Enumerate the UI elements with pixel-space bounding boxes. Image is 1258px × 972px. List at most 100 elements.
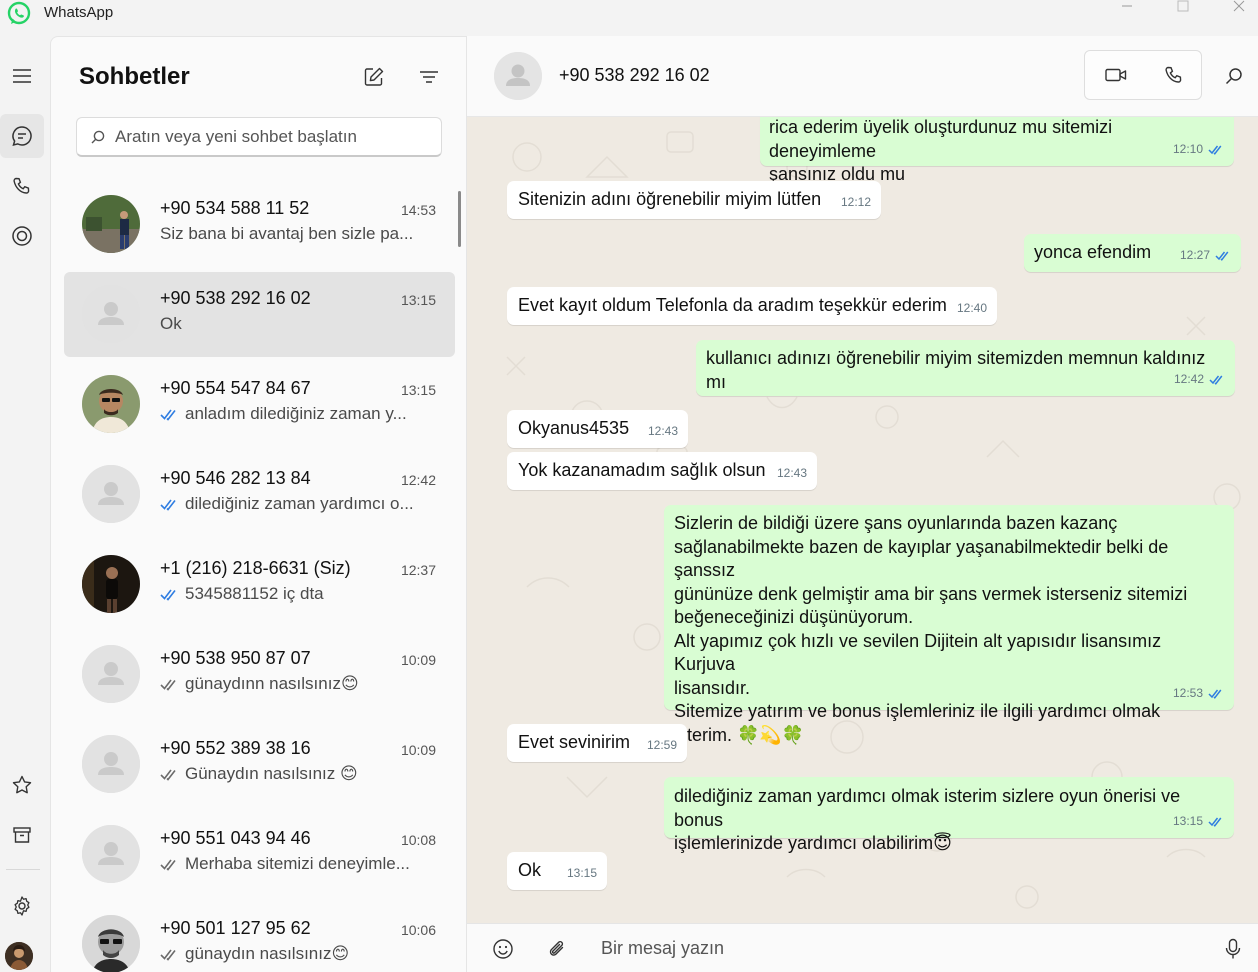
contact-name[interactable]: +90 538 292 16 02: [559, 65, 710, 86]
outgoing-message[interactable]: Sizlerin de bildiği üzere şans oyunların…: [664, 505, 1234, 745]
chat-preview-text: günaydın nasılsınız😊: [185, 944, 350, 963]
incoming-message[interactable]: Evet kayıt oldum Telefonla da aradım teş…: [507, 287, 997, 325]
conversation-header: +90 538 292 16 02: [467, 36, 1258, 117]
emoji-button[interactable]: [491, 937, 515, 961]
chat-name: +90 546 282 13 84: [160, 468, 311, 488]
chat-list-item[interactable]: +90 538 950 87 07 10:09 günaydınn nasılsın…: [64, 632, 455, 717]
message-meta: 12:40: [957, 297, 987, 321]
new-chat-button[interactable]: [362, 65, 386, 89]
compose-icon: [364, 67, 384, 86]
chat-list-item[interactable]: +90 538 292 16 02 13:15 Ok: [64, 272, 455, 357]
chat-list-item[interactable]: +1 (216) 218-6631 (Siz) 12:37 5345881152 i…: [64, 542, 455, 627]
incoming-message[interactable]: Okyanus4535 12:43: [507, 410, 688, 448]
chat-time: 10:09: [400, 742, 436, 758]
message-time: 13:15: [566, 865, 597, 880]
message-text: Sitenizin adını öğrenebilir miyim lütfen: [518, 189, 822, 209]
chat-preview-text: Günaydın nasılsınız 😊: [185, 764, 358, 783]
chat-name: +90 554 547 84 67: [160, 378, 311, 398]
filter-button[interactable]: [417, 65, 441, 89]
rail-divider: [6, 869, 40, 870]
chat-name: +90 538 950 87 07: [160, 648, 311, 668]
delivered-ticks-icon: [160, 949, 176, 961]
video-camera-icon: [1105, 68, 1127, 82]
chat-bubble-icon: [12, 126, 32, 147]
chat-preview: Günaydın nasılsınız 😊: [160, 764, 430, 784]
message-meta: 12:43: [648, 420, 678, 444]
status-nav-button[interactable]: [0, 214, 44, 258]
chat-preview: günaydınn nasılsınız😊: [160, 674, 430, 694]
chat-time: 10:06: [400, 922, 436, 938]
incoming-message[interactable]: Ok 13:15: [507, 852, 607, 890]
settings-button[interactable]: [0, 884, 44, 928]
outgoing-message[interactable]: dilediğiniz zaman yardımcı olmak isterim…: [664, 777, 1234, 853]
chat-list-item[interactable]: +90 534 588 11 52 14:53 Siz bana bi avanta…: [64, 182, 455, 267]
chat-list-item[interactable]: +90 546 282 13 84 12:42 dilediğiniz zaman …: [64, 452, 455, 537]
chat-list-scrollbar[interactable]: [458, 191, 461, 247]
attach-button[interactable]: [545, 937, 569, 961]
chat-list-item[interactable]: +90 552 389 38 16 10:09 Günaydın nasılsını…: [64, 722, 455, 807]
message-meta: 13:15: [567, 862, 597, 886]
chats-nav-button[interactable]: [0, 114, 44, 158]
chat-preview-text: dilediğiniz zaman yardımcı o...: [185, 494, 414, 513]
incoming-message[interactable]: Yok kazanamadım sağlık olsun 12:43: [507, 452, 817, 490]
voice-message-button[interactable]: [1221, 937, 1245, 961]
message-text: kullanıcı adınızı öğrenebilir miyim site…: [706, 348, 1206, 392]
hamburger-menu-icon: [13, 69, 31, 83]
chat-list-item[interactable]: +90 551 043 94 46 10:08 Merhaba sitemizi d…: [64, 812, 455, 897]
chat-name: +90 501 127 95 62: [160, 918, 311, 938]
contact-avatar[interactable]: [494, 52, 542, 100]
search-in-chat-button[interactable]: [1222, 64, 1246, 88]
search-input[interactable]: [115, 124, 425, 150]
chat-time: 14:53: [400, 202, 436, 218]
read-ticks-icon: [160, 589, 176, 601]
message-time: 12:43: [647, 423, 678, 438]
message-list[interactable]: rica ederim üyelik oluşturdunuz mu sitem…: [467, 117, 1258, 923]
outgoing-message[interactable]: yonca efendim 12:27: [1024, 234, 1241, 272]
chat-preview-text: Siz bana bi avantaj ben sizle pa...: [160, 224, 414, 243]
chat-preview-text: günaydınn nasılsınız😊: [185, 674, 359, 693]
message-input[interactable]: [601, 932, 1201, 964]
profile-avatar[interactable]: [5, 942, 33, 970]
chat-list-item[interactable]: +90 501 127 95 62 10:06 günaydın nasılsını…: [64, 902, 455, 972]
voice-call-button[interactable]: [1145, 51, 1203, 99]
status-icon: [12, 226, 32, 246]
delivered-ticks-icon: [160, 769, 176, 781]
outgoing-message[interactable]: rica ederim üyelik oluşturdunuz mu sitem…: [760, 117, 1234, 184]
close-window-button[interactable]: [1216, 0, 1258, 14]
archived-button[interactable]: [0, 813, 44, 857]
chat-avatar: [82, 375, 140, 433]
chat-avatar: [82, 555, 140, 613]
message-text: Yok kazanamadım sağlık olsun: [518, 460, 766, 480]
call-buttons: [1084, 50, 1202, 100]
message-text: Evet kayıt oldum Telefonla da aradım teş…: [518, 295, 947, 315]
maximize-button[interactable]: [1160, 0, 1206, 14]
close-icon: [1233, 0, 1245, 12]
chat-name: +90 538 292 16 02: [160, 288, 311, 308]
nav-rail: [0, 36, 50, 972]
message-meta: 12:27: [1180, 244, 1231, 268]
outgoing-message[interactable]: kullanıcı adınızı öğrenebilir miyim site…: [696, 340, 1235, 396]
incoming-message[interactable]: Sitenizin adını öğrenebilir miyim lütfen…: [507, 181, 881, 219]
incoming-message[interactable]: Evet sevinirim 12:59: [507, 724, 687, 762]
message-time: 12:42: [1173, 371, 1204, 386]
search-icon: [1225, 68, 1242, 85]
menu-button[interactable]: [0, 54, 44, 98]
chat-time: 13:15: [400, 382, 436, 398]
gear-icon: [14, 896, 30, 916]
chat-avatar: [82, 645, 140, 703]
message-composer: [467, 923, 1258, 972]
chat-list-item[interactable]: +90 554 547 84 67 13:15 anladım dilediğini…: [64, 362, 455, 447]
chat-time: 13:15: [400, 292, 436, 308]
minimize-button[interactable]: [1104, 0, 1150, 14]
paperclip-icon: [549, 941, 564, 956]
chat-preview-text: anladım dilediğiniz zaman y...: [185, 404, 407, 423]
chat-preview: 5345881152 iç dta: [160, 584, 430, 604]
chat-preview: günaydın nasılsınız😊: [160, 944, 430, 964]
read-ticks-icon: [1215, 251, 1229, 261]
chat-time: 10:09: [400, 652, 436, 668]
video-call-button[interactable]: [1087, 51, 1145, 99]
starred-button[interactable]: [0, 763, 44, 807]
chat-avatar: [82, 915, 140, 972]
calls-nav-button[interactable]: [0, 164, 44, 208]
search-box[interactable]: [76, 117, 442, 157]
